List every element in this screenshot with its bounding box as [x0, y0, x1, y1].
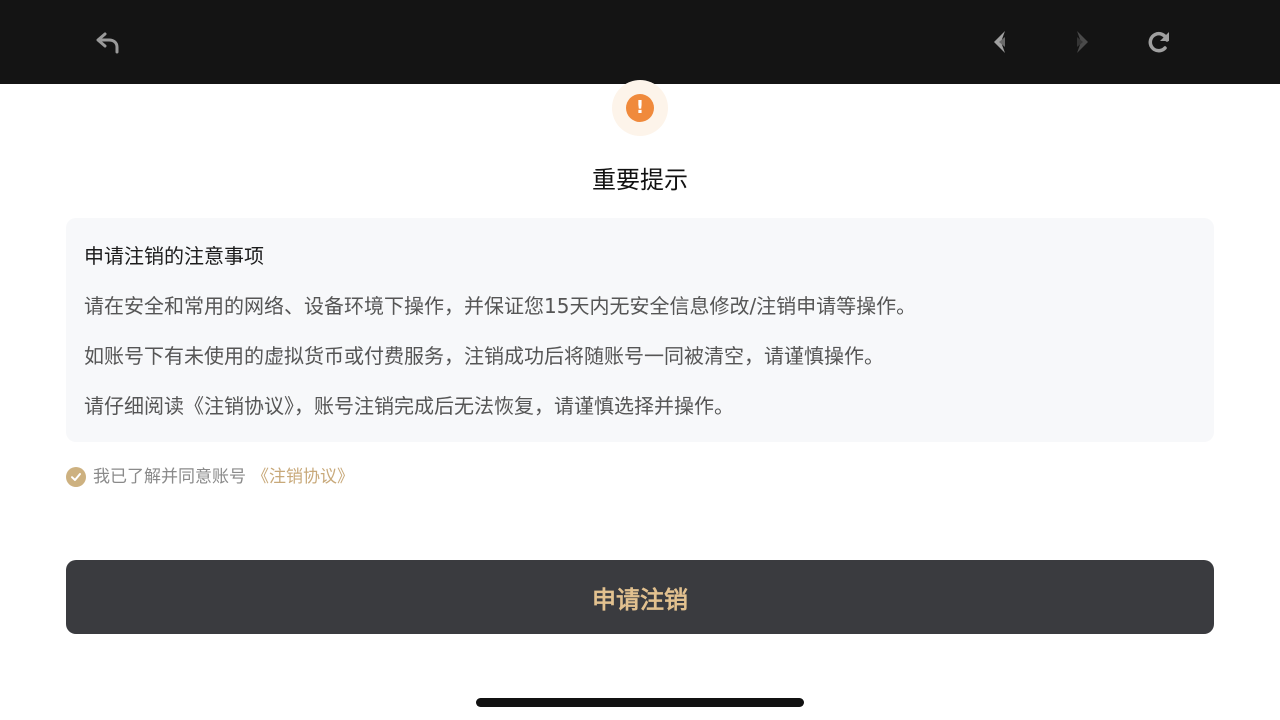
back-button[interactable] [92, 26, 124, 58]
notice-line: 如账号下有未使用的虚拟货币或付费服务，注销成功后将随账号一同被清空，请谨慎操作。 [84, 344, 884, 368]
page-title: 重要提示 [592, 166, 688, 194]
arrow-left-icon [994, 31, 1005, 53]
home-indicator[interactable] [476, 698, 804, 707]
arrow-right-icon [1077, 31, 1088, 53]
previous-page-button[interactable] [986, 26, 1018, 58]
notice-card: 申请注销的注意事项 请在安全和常用的网络、设备环境下操作，并保证您15天内无安全… [66, 218, 1214, 442]
checkmark-icon [71, 473, 81, 481]
notice-line: 请在安全和常用的网络、设备环境下操作，并保证您15天内无安全信息修改/注销申请等… [84, 294, 917, 318]
next-page-button[interactable] [1064, 26, 1096, 58]
exclamation-icon: ! [626, 94, 654, 122]
reload-button[interactable] [1143, 26, 1175, 58]
notice-line: 请仔细阅读《注销协议》，账号注销完成后无法恢复，请谨慎选择并操作。 [84, 394, 734, 418]
warning-badge: ! [612, 80, 668, 136]
agreement-row: 我已了解并同意账号 《注销协议》 [66, 465, 354, 489]
notice-heading: 申请注销的注意事项 [84, 244, 264, 268]
apply-cancellation-button[interactable]: 申请注销 [66, 560, 1214, 634]
cancellation-agreement-link[interactable]: 《注销协议》 [252, 465, 354, 489]
agreement-label: 我已了解并同意账号 [93, 467, 246, 487]
undo-arrow-icon [96, 32, 119, 54]
apply-cancellation-label: 申请注销 [592, 585, 688, 614]
top-navigation-bar [0, 0, 1280, 84]
agreement-checkbox[interactable] [66, 467, 86, 487]
refresh-icon [1148, 31, 1169, 53]
